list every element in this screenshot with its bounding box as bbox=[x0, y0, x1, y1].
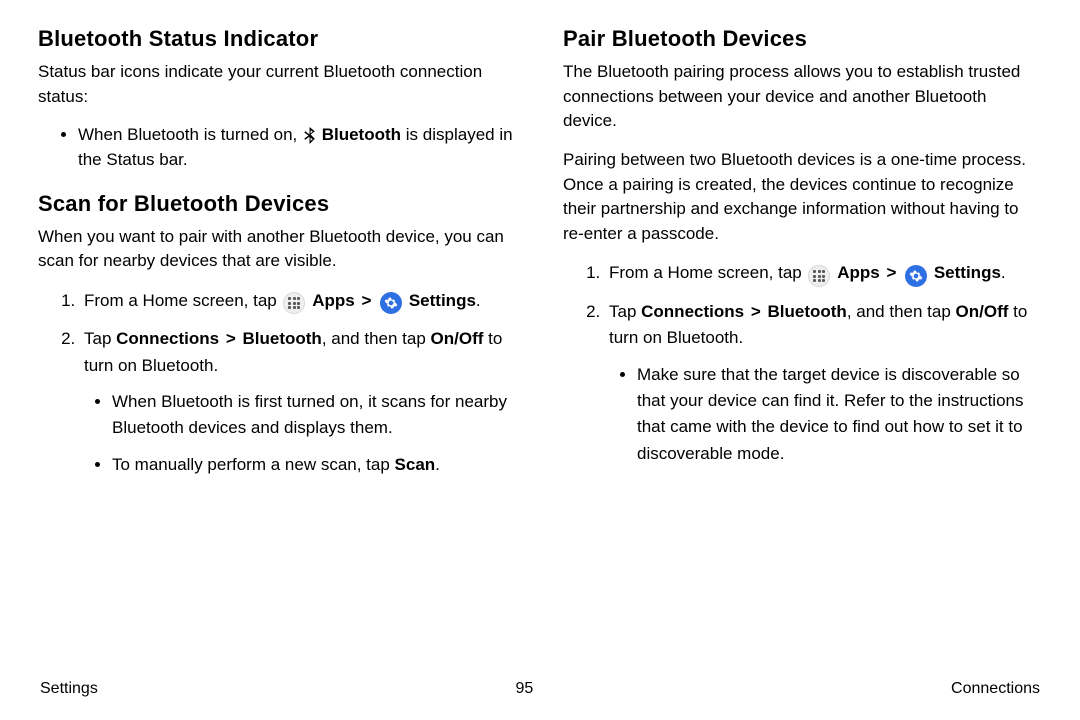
chevron-right-icon: > bbox=[884, 263, 898, 282]
step1-post: . bbox=[476, 291, 481, 310]
pair-sub-bullet-1: Make sure that the target device is disc… bbox=[637, 362, 1042, 467]
chevron-right-icon: > bbox=[749, 302, 763, 321]
bullet-text-pre: When Bluetooth is turned on, bbox=[78, 125, 302, 144]
step2-pre: Tap bbox=[609, 302, 641, 321]
scan-sub-bullet-1: When Bluetooth is first turned on, it sc… bbox=[112, 389, 517, 442]
intro-text: Status bar icons indicate your current B… bbox=[38, 60, 517, 109]
pair-p2: Pairing between two Bluetooth devices is… bbox=[563, 148, 1042, 247]
apps-icon bbox=[283, 292, 305, 314]
step1-post: . bbox=[1001, 263, 1006, 282]
manual-page: Bluetooth Status Indicator Status bar ic… bbox=[0, 0, 1080, 720]
two-column-layout: Bluetooth Status Indicator Status bar ic… bbox=[38, 26, 1042, 674]
settings-icon bbox=[380, 292, 402, 314]
settings-label: Settings bbox=[934, 263, 1001, 282]
step1-pre: From a Home screen, tap bbox=[609, 263, 806, 282]
heading-pair-bluetooth-devices: Pair Bluetooth Devices bbox=[563, 26, 1042, 52]
pair-step-2-sublist: Make sure that the target device is disc… bbox=[609, 362, 1042, 467]
step2-mid: , and then tap bbox=[322, 329, 431, 348]
scan-sub-bullet-2: To manually perform a new scan, tap Scan… bbox=[112, 452, 517, 478]
page-footer: Settings 95 Connections bbox=[38, 674, 1042, 700]
bluetooth-icon bbox=[302, 127, 317, 144]
settings-label: Settings bbox=[409, 291, 476, 310]
scan-steps-list: From a Home screen, tap Apps > Settings.… bbox=[38, 288, 517, 478]
status-bullet-list: When Bluetooth is turned on, Bluetooth i… bbox=[38, 123, 517, 172]
onoff-label: On/Off bbox=[956, 302, 1009, 321]
scan-intro-text: When you want to pair with another Bluet… bbox=[38, 225, 517, 274]
section-scan-for-bluetooth-devices: Scan for Bluetooth Devices When you want… bbox=[38, 191, 517, 478]
step1-pre: From a Home screen, tap bbox=[84, 291, 281, 310]
section-pair-bluetooth-devices: Pair Bluetooth Devices The Bluetooth pai… bbox=[563, 26, 1042, 467]
bluetooth-label: Bluetooth bbox=[243, 329, 322, 348]
pair-p1: The Bluetooth pairing process allows you… bbox=[563, 60, 1042, 134]
scan-step-2-sublist: When Bluetooth is first turned on, it sc… bbox=[84, 389, 517, 478]
scan-label: Scan bbox=[395, 455, 436, 474]
apps-icon bbox=[808, 265, 830, 287]
onoff-label: On/Off bbox=[431, 329, 484, 348]
scan-step-1: From a Home screen, tap Apps > Settings. bbox=[80, 288, 517, 314]
bluetooth-label: Bluetooth bbox=[768, 302, 847, 321]
footer-right: Connections bbox=[951, 680, 1040, 698]
pair-steps-list: From a Home screen, tap Apps > Settings.… bbox=[563, 260, 1042, 466]
sub2-pre: To manually perform a new scan, tap bbox=[112, 455, 395, 474]
bullet-bold-bluetooth: Bluetooth bbox=[322, 125, 401, 144]
connections-label: Connections bbox=[116, 329, 219, 348]
status-bullet: When Bluetooth is turned on, Bluetooth i… bbox=[78, 123, 517, 172]
apps-label: Apps bbox=[312, 291, 355, 310]
apps-label: Apps bbox=[837, 263, 880, 282]
chevron-right-icon: > bbox=[224, 329, 238, 348]
page-number: 95 bbox=[516, 680, 534, 698]
heading-scan-for-bluetooth-devices: Scan for Bluetooth Devices bbox=[38, 191, 517, 217]
pair-step-1: From a Home screen, tap Apps > Settings. bbox=[605, 260, 1042, 286]
scan-step-2: Tap Connections > Bluetooth, and then ta… bbox=[80, 326, 517, 478]
connections-label: Connections bbox=[641, 302, 744, 321]
heading-bluetooth-status-indicator: Bluetooth Status Indicator bbox=[38, 26, 517, 52]
sub2-post: . bbox=[435, 455, 440, 474]
step2-mid: , and then tap bbox=[847, 302, 956, 321]
settings-icon bbox=[905, 265, 927, 287]
footer-left: Settings bbox=[40, 680, 98, 698]
pair-step-2: Tap Connections > Bluetooth, and then ta… bbox=[605, 299, 1042, 467]
section-bluetooth-status-indicator: Bluetooth Status Indicator Status bar ic… bbox=[38, 26, 517, 173]
right-column: Pair Bluetooth Devices The Bluetooth pai… bbox=[563, 26, 1042, 674]
step2-pre: Tap bbox=[84, 329, 116, 348]
left-column: Bluetooth Status Indicator Status bar ic… bbox=[38, 26, 517, 674]
chevron-right-icon: > bbox=[359, 291, 373, 310]
